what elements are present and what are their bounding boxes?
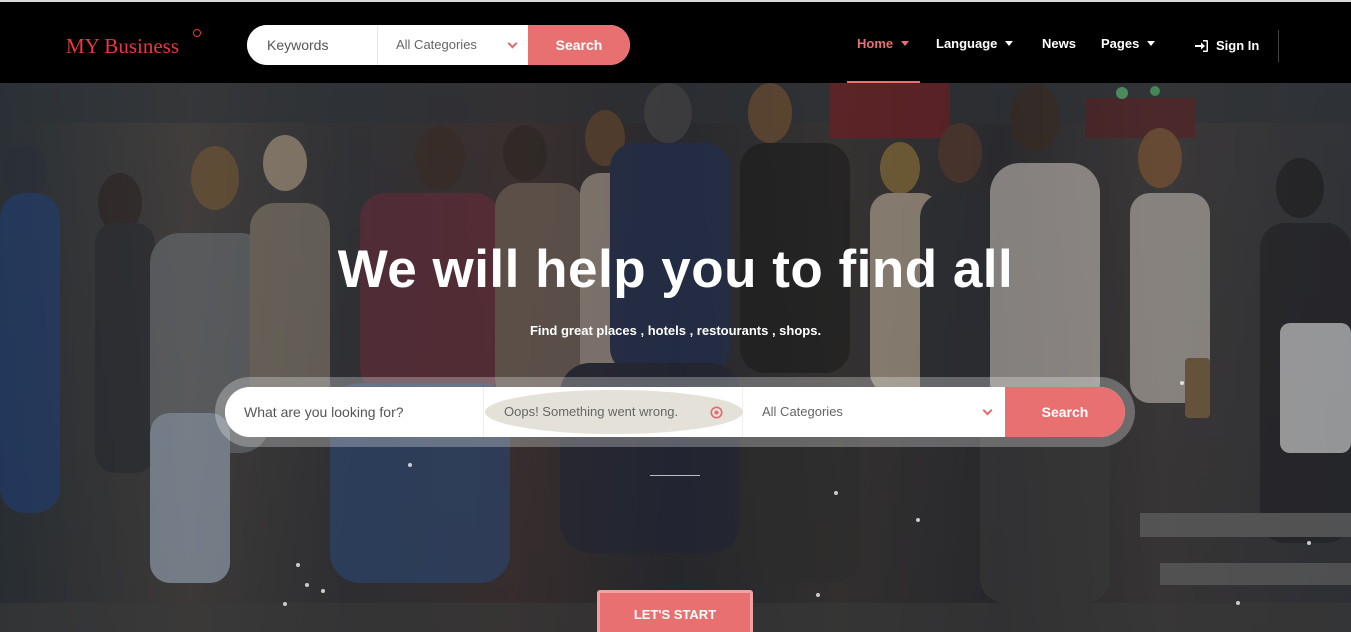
category-select[interactable]: All Categories bbox=[743, 387, 1005, 437]
category-value: All Categories bbox=[762, 404, 843, 419]
location-field[interactable]: Oops! Something went wrong. bbox=[483, 387, 743, 437]
hero-subtitle: Find great places , hotels , restourants… bbox=[529, 323, 822, 338]
crowd-background-image bbox=[0, 83, 1351, 632]
nav-item-language[interactable]: Language bbox=[936, 36, 1014, 51]
caret-down-icon bbox=[1005, 41, 1014, 46]
hero-title: We will help you to find all bbox=[337, 240, 1014, 299]
main-nav: Home Language News Pages Sign In bbox=[0, 36, 1351, 56]
what-input[interactable] bbox=[225, 387, 483, 437]
nav-pages-label: Pages bbox=[1101, 36, 1140, 51]
particle-dot bbox=[296, 563, 300, 567]
sign-in-label: Sign In bbox=[1216, 38, 1260, 53]
lets-start-button[interactable]: LET'S START bbox=[597, 590, 753, 632]
nav-item-home[interactable]: Home bbox=[857, 36, 910, 51]
chevron-down-icon bbox=[982, 405, 993, 416]
particle-dot bbox=[816, 593, 820, 597]
header-divider bbox=[1278, 30, 1279, 62]
particle-dot bbox=[916, 518, 920, 522]
particle-dot bbox=[1236, 601, 1240, 605]
particle-dot bbox=[321, 589, 325, 593]
caret-down-icon bbox=[901, 41, 910, 46]
nav-item-pages[interactable]: Pages bbox=[1101, 36, 1156, 51]
hero-search-button[interactable]: Search bbox=[1005, 387, 1125, 437]
particle-dot bbox=[1180, 381, 1184, 385]
location-error-message: Oops! Something went wrong. bbox=[504, 404, 679, 419]
particle-dot bbox=[283, 602, 287, 606]
sign-in-icon bbox=[1195, 39, 1208, 52]
particle-dot bbox=[305, 583, 309, 587]
locate-target-icon[interactable] bbox=[710, 406, 723, 419]
nav-home-label: Home bbox=[857, 36, 894, 51]
nav-item-news[interactable]: News bbox=[1042, 36, 1076, 51]
particle-dot bbox=[834, 491, 838, 495]
caret-down-icon bbox=[1147, 41, 1156, 46]
hero-divider bbox=[650, 475, 700, 476]
hero-section: We will help you to find all Find great … bbox=[0, 83, 1351, 632]
nav-news-label: News bbox=[1042, 36, 1076, 51]
site-header: MY Business All Categories Search Home L… bbox=[0, 0, 1351, 85]
hero-search-form: Oops! Something went wrong. All Categori… bbox=[225, 387, 1125, 437]
nav-language-label: Language bbox=[936, 36, 998, 51]
particle-dot bbox=[1307, 541, 1311, 545]
particle-dot bbox=[408, 463, 412, 467]
sign-in-link[interactable]: Sign In bbox=[1195, 38, 1259, 53]
